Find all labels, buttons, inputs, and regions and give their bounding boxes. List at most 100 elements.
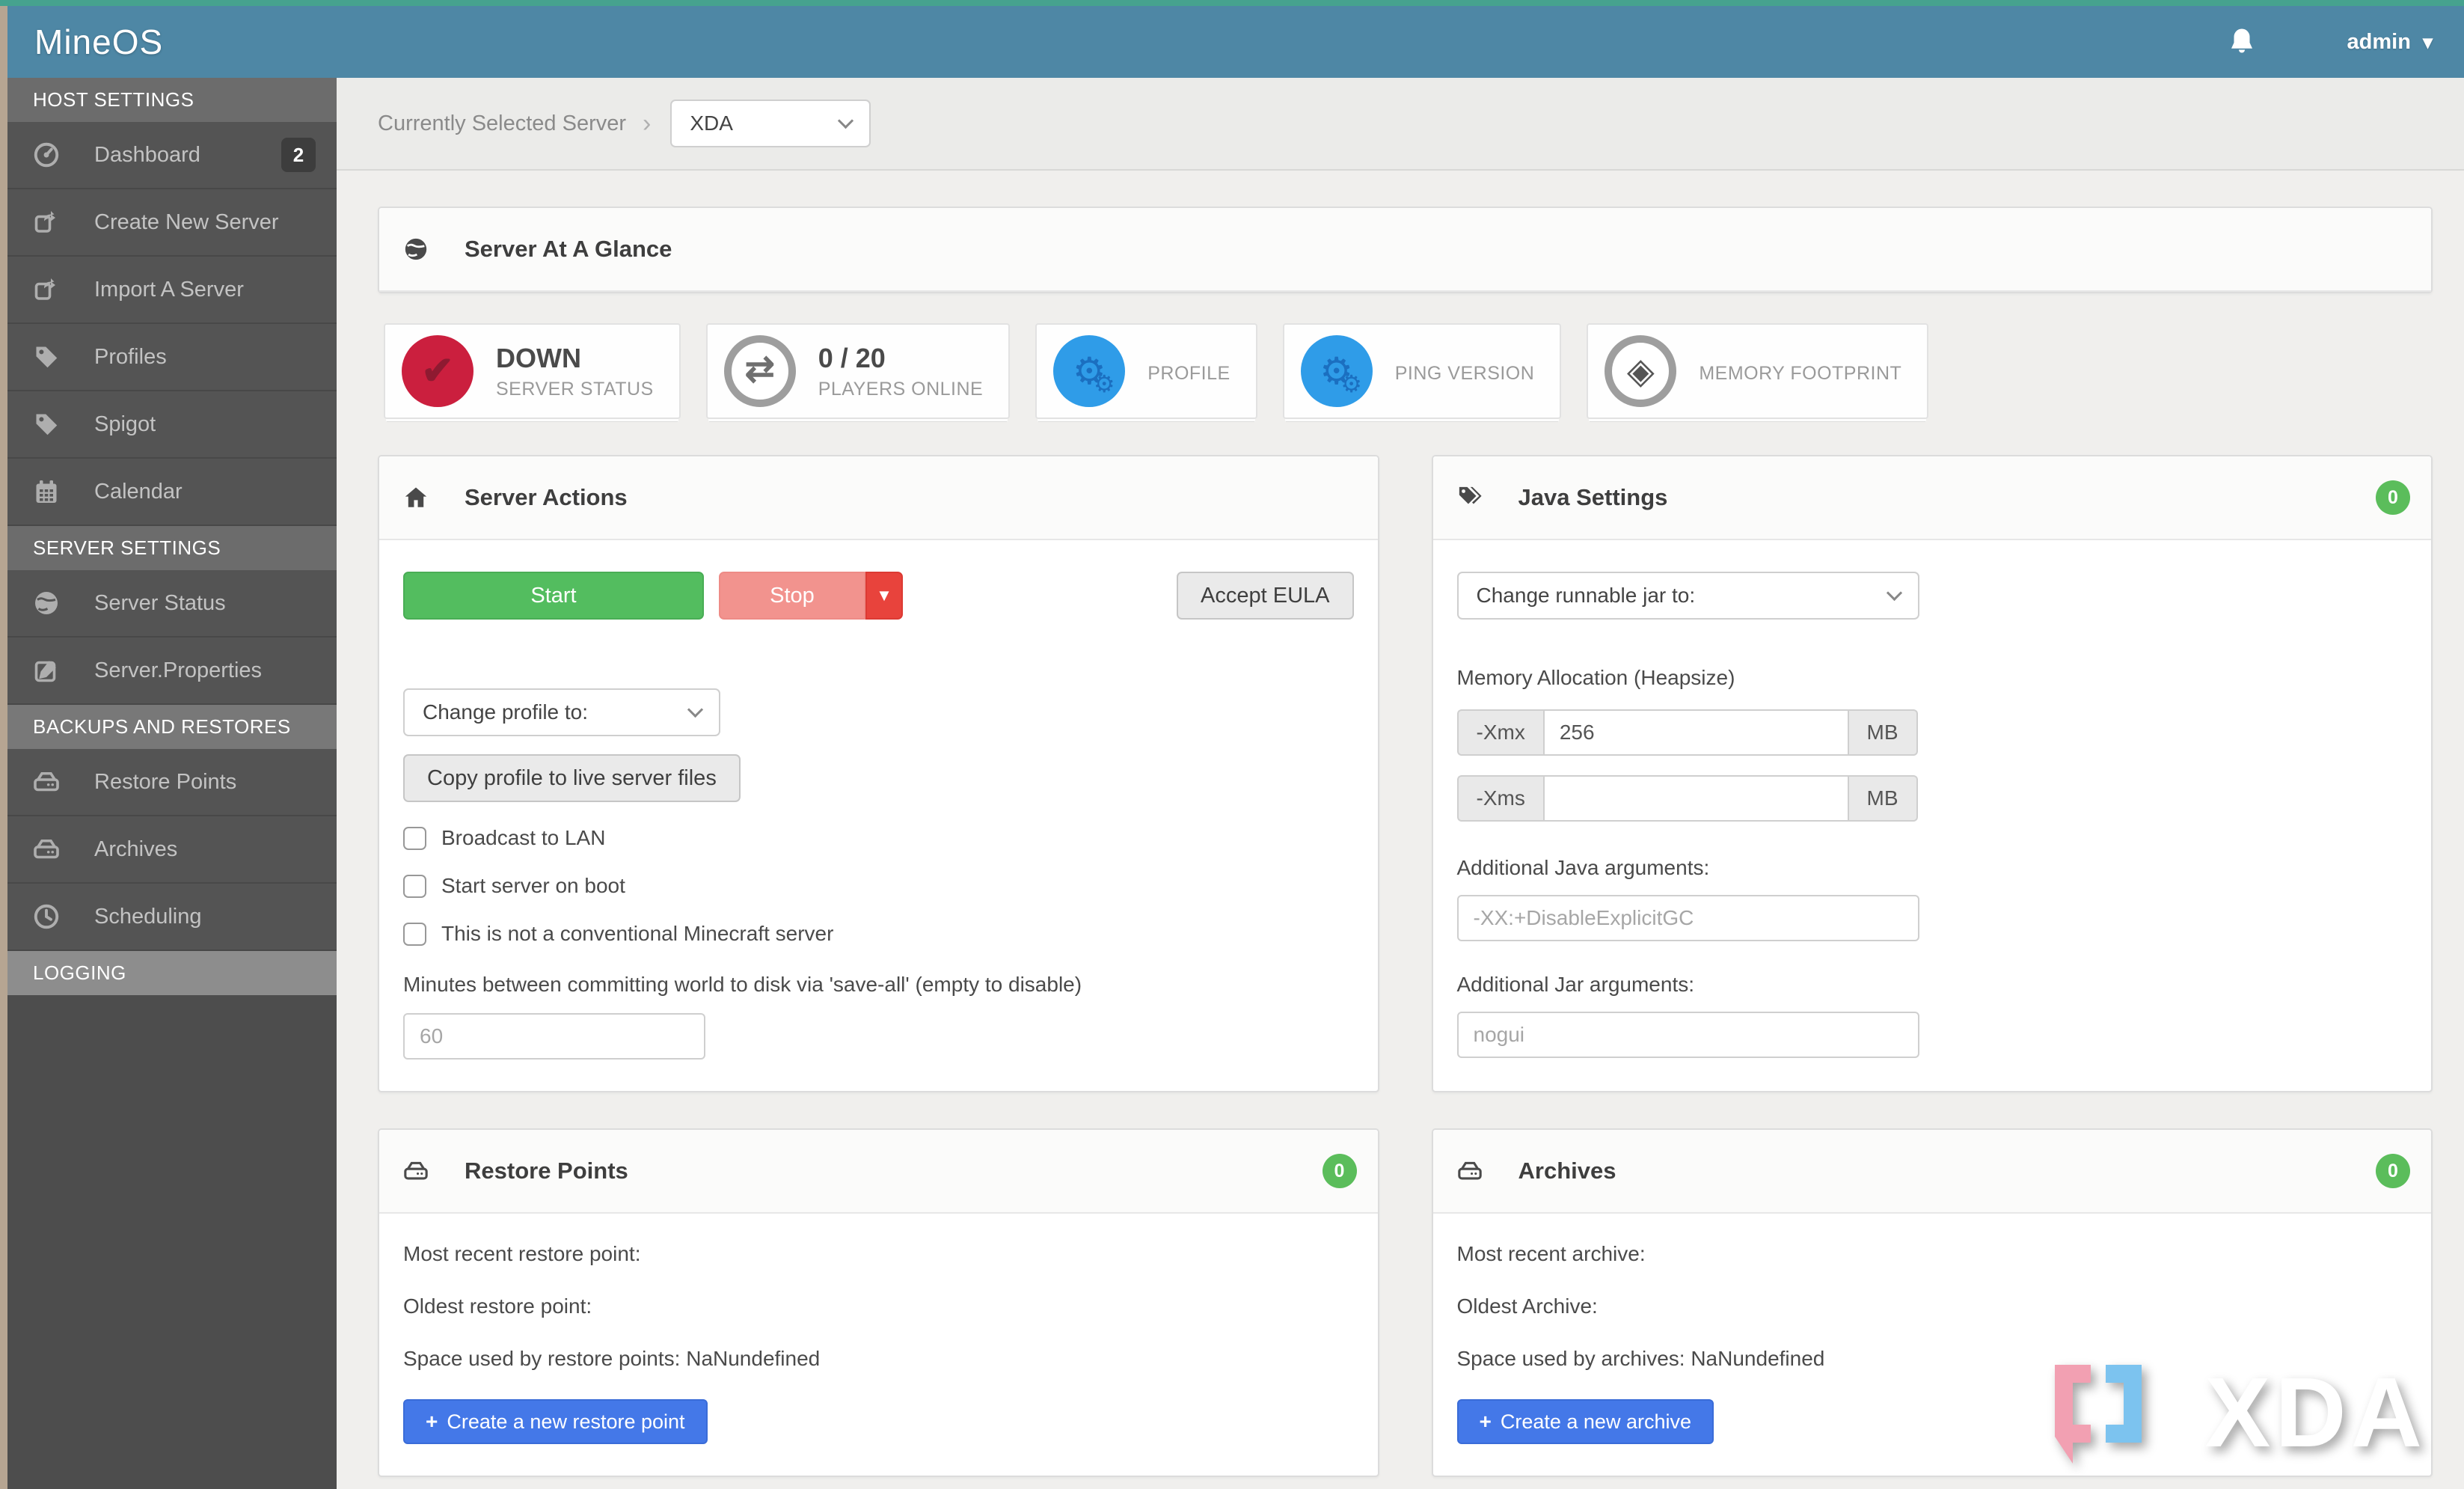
calendar-icon	[36, 480, 57, 503]
stop-dropdown-toggle[interactable]: ▼	[865, 572, 903, 620]
broadcast-to-lan-checkbox-row[interactable]: Broadcast to LAN	[403, 826, 1354, 850]
dashboard-badge: 2	[281, 138, 316, 172]
sidebar-item-label: Calendar	[94, 479, 183, 504]
xmx-input[interactable]	[1542, 709, 1849, 756]
user-menu[interactable]: admin ▾	[2347, 30, 2433, 55]
server-actions-panel: Server Actions Start Stop ▼ Accept EULA	[378, 455, 1379, 1092]
sidebar-item-label: Import A Server	[94, 277, 244, 302]
saveall-input[interactable]	[403, 1013, 705, 1060]
tile-label: PROFILE	[1147, 362, 1231, 384]
sidebar-item-spigot[interactable]: Spigot	[7, 391, 337, 459]
xmx-input-group: -Xmx MB	[1456, 709, 1918, 756]
home-icon	[405, 487, 427, 507]
sidebar-item-import-a-server[interactable]: Import A Server	[7, 257, 337, 324]
create-restore-point-button[interactable]: + Create a new restore point	[403, 1399, 708, 1444]
unconventional-server-checkbox-row[interactable]: This is not a conventional Minecraft ser…	[403, 922, 1354, 946]
memory-footprint-tile[interactable]: ◈ MEMORY FOOTPRINT	[1587, 323, 1929, 419]
hdd-icon	[404, 1161, 428, 1180]
breadcrumb-label: Currently Selected Server	[378, 111, 627, 135]
java-settings-badge: 0	[2376, 480, 2410, 515]
sidebar-section-server-settings: SERVER SETTINGS	[7, 526, 337, 570]
sidebar-item-label: Restore Points	[94, 769, 237, 794]
java-args-label: Additional Java arguments:	[1456, 856, 1710, 879]
plus-icon: +	[1479, 1410, 1492, 1433]
notifications-bell-icon[interactable]	[2226, 25, 2258, 58]
panel-title: Server Actions	[465, 484, 628, 510]
mineos-app: MineOS admin ▾ HOST SETTINGS Dashboard 2	[7, 6, 2464, 1489]
profile-tile[interactable]: ⚙ ⚙ PROFILE	[1035, 323, 1257, 419]
globe-icon	[35, 592, 58, 614]
panel-title: Archives	[1518, 1158, 1616, 1184]
sidebar-item-server-status[interactable]: Server Status	[7, 570, 337, 638]
window-top-strip	[0, 0, 2464, 6]
jar-args-input[interactable]	[1456, 1012, 1919, 1058]
checkbox[interactable]	[403, 874, 426, 898]
ping-version-tile[interactable]: ⚙ ⚙ PING VERSION	[1282, 323, 1562, 419]
xmx-addon: -Xmx	[1456, 709, 1543, 756]
java-args-input[interactable]	[1456, 895, 1919, 941]
restore-points-badge: 0	[1322, 1154, 1357, 1188]
sidebar-item-archives[interactable]: Archives	[7, 816, 337, 884]
hdd-icon	[34, 839, 59, 859]
exchange-icon: ⇄	[744, 349, 775, 389]
sidebar: HOST SETTINGS Dashboard 2 Create New Ser…	[7, 78, 337, 1489]
change-profile-select[interactable]: Change profile to:	[403, 688, 720, 736]
checkbox[interactable]	[403, 922, 426, 946]
sidebar-section-backups-and-restores: BACKUPS AND RESTORES	[7, 705, 337, 749]
dashboard-icon	[34, 142, 59, 168]
start-on-boot-checkbox-row[interactable]: Start server on boot	[403, 874, 1354, 898]
server-select[interactable]: XDA	[670, 100, 871, 147]
java-settings-panel: Java Settings 0 Change runnable jar to: …	[1431, 455, 2433, 1092]
memory-allocation-label: Memory Allocation (Heapsize)	[1456, 666, 1735, 689]
sidebar-item-dashboard[interactable]: Dashboard 2	[7, 122, 337, 189]
server-at-a-glance-panel: Server At A Glance	[378, 207, 2433, 293]
plus-icon: +	[426, 1410, 438, 1433]
edit-icon	[34, 661, 56, 682]
sidebar-item-label: Create New Server	[94, 210, 279, 234]
sidebar-item-scheduling[interactable]: Scheduling	[7, 884, 337, 951]
sidebar-section-host-settings: HOST SETTINGS	[7, 78, 337, 122]
xms-input[interactable]	[1542, 775, 1849, 822]
tile-label: PLAYERS ONLINE	[818, 378, 984, 400]
share-icon	[34, 278, 55, 300]
stop-button[interactable]: Stop	[719, 572, 865, 620]
sidebar-item-label: Dashboard	[94, 142, 200, 167]
start-button[interactable]: Start	[403, 572, 704, 620]
sidebar-item-calendar[interactable]: Calendar	[7, 459, 337, 526]
xda-brackets-icon	[2055, 1365, 2142, 1464]
server-status-tile[interactable]: ✔ DOWN SERVER STATUS	[384, 323, 681, 419]
tag-icon	[36, 346, 58, 368]
sidebar-item-label: Profiles	[94, 344, 167, 369]
sidebar-item-create-new-server[interactable]: Create New Server	[7, 189, 337, 257]
accept-eula-button[interactable]: Accept EULA	[1177, 572, 1354, 620]
create-archive-button[interactable]: + Create a new archive	[1456, 1399, 1714, 1444]
ticket-icon: ◈	[1626, 352, 1655, 391]
copy-profile-button[interactable]: Copy profile to live server files	[403, 754, 741, 802]
sidebar-item-restore-points[interactable]: Restore Points	[7, 749, 337, 816]
breadcrumb: Currently Selected Server › XDA	[337, 78, 2464, 171]
sidebar-item-label: Server.Properties	[94, 658, 263, 682]
xda-watermark-text: XDA	[2204, 1357, 2427, 1467]
gears-icon: ⚙ ⚙	[1320, 350, 1362, 397]
restore-points-space-used: Space used by restore points: NaNundefin…	[403, 1347, 821, 1370]
oldest-archive: Oldest Archive:	[1456, 1294, 1598, 1318]
chevron-down-icon	[1886, 584, 1902, 601]
sidebar-item-label: Archives	[94, 837, 178, 861]
sidebar-item-profiles[interactable]: Profiles	[7, 324, 337, 391]
glance-tiles: ✔ DOWN SERVER STATUS ⇄ 0 / 20 PLAYERS ON…	[384, 323, 2433, 419]
checkbox[interactable]	[403, 826, 426, 850]
xda-watermark: XDA	[2034, 1356, 2427, 1476]
oldest-restore-point: Oldest restore point:	[403, 1294, 592, 1318]
clock-icon	[34, 904, 59, 929]
players-online-tile[interactable]: ⇄ 0 / 20 PLAYERS ONLINE	[705, 323, 1011, 419]
share-icon	[34, 211, 55, 233]
sidebar-item-label: Server Status	[94, 590, 226, 615]
change-jar-select[interactable]: Change runnable jar to:	[1456, 572, 1919, 620]
mb-addon: MB	[1848, 709, 1918, 756]
server-status-value: DOWN	[496, 342, 581, 373]
chevron-down-icon	[687, 701, 704, 718]
sidebar-item-server-properties[interactable]: Server.Properties	[7, 638, 337, 705]
chevron-down-icon: ▾	[2422, 30, 2433, 53]
chevron-right-icon: ›	[643, 108, 652, 138]
sidebar-item-label: Spigot	[94, 412, 156, 436]
